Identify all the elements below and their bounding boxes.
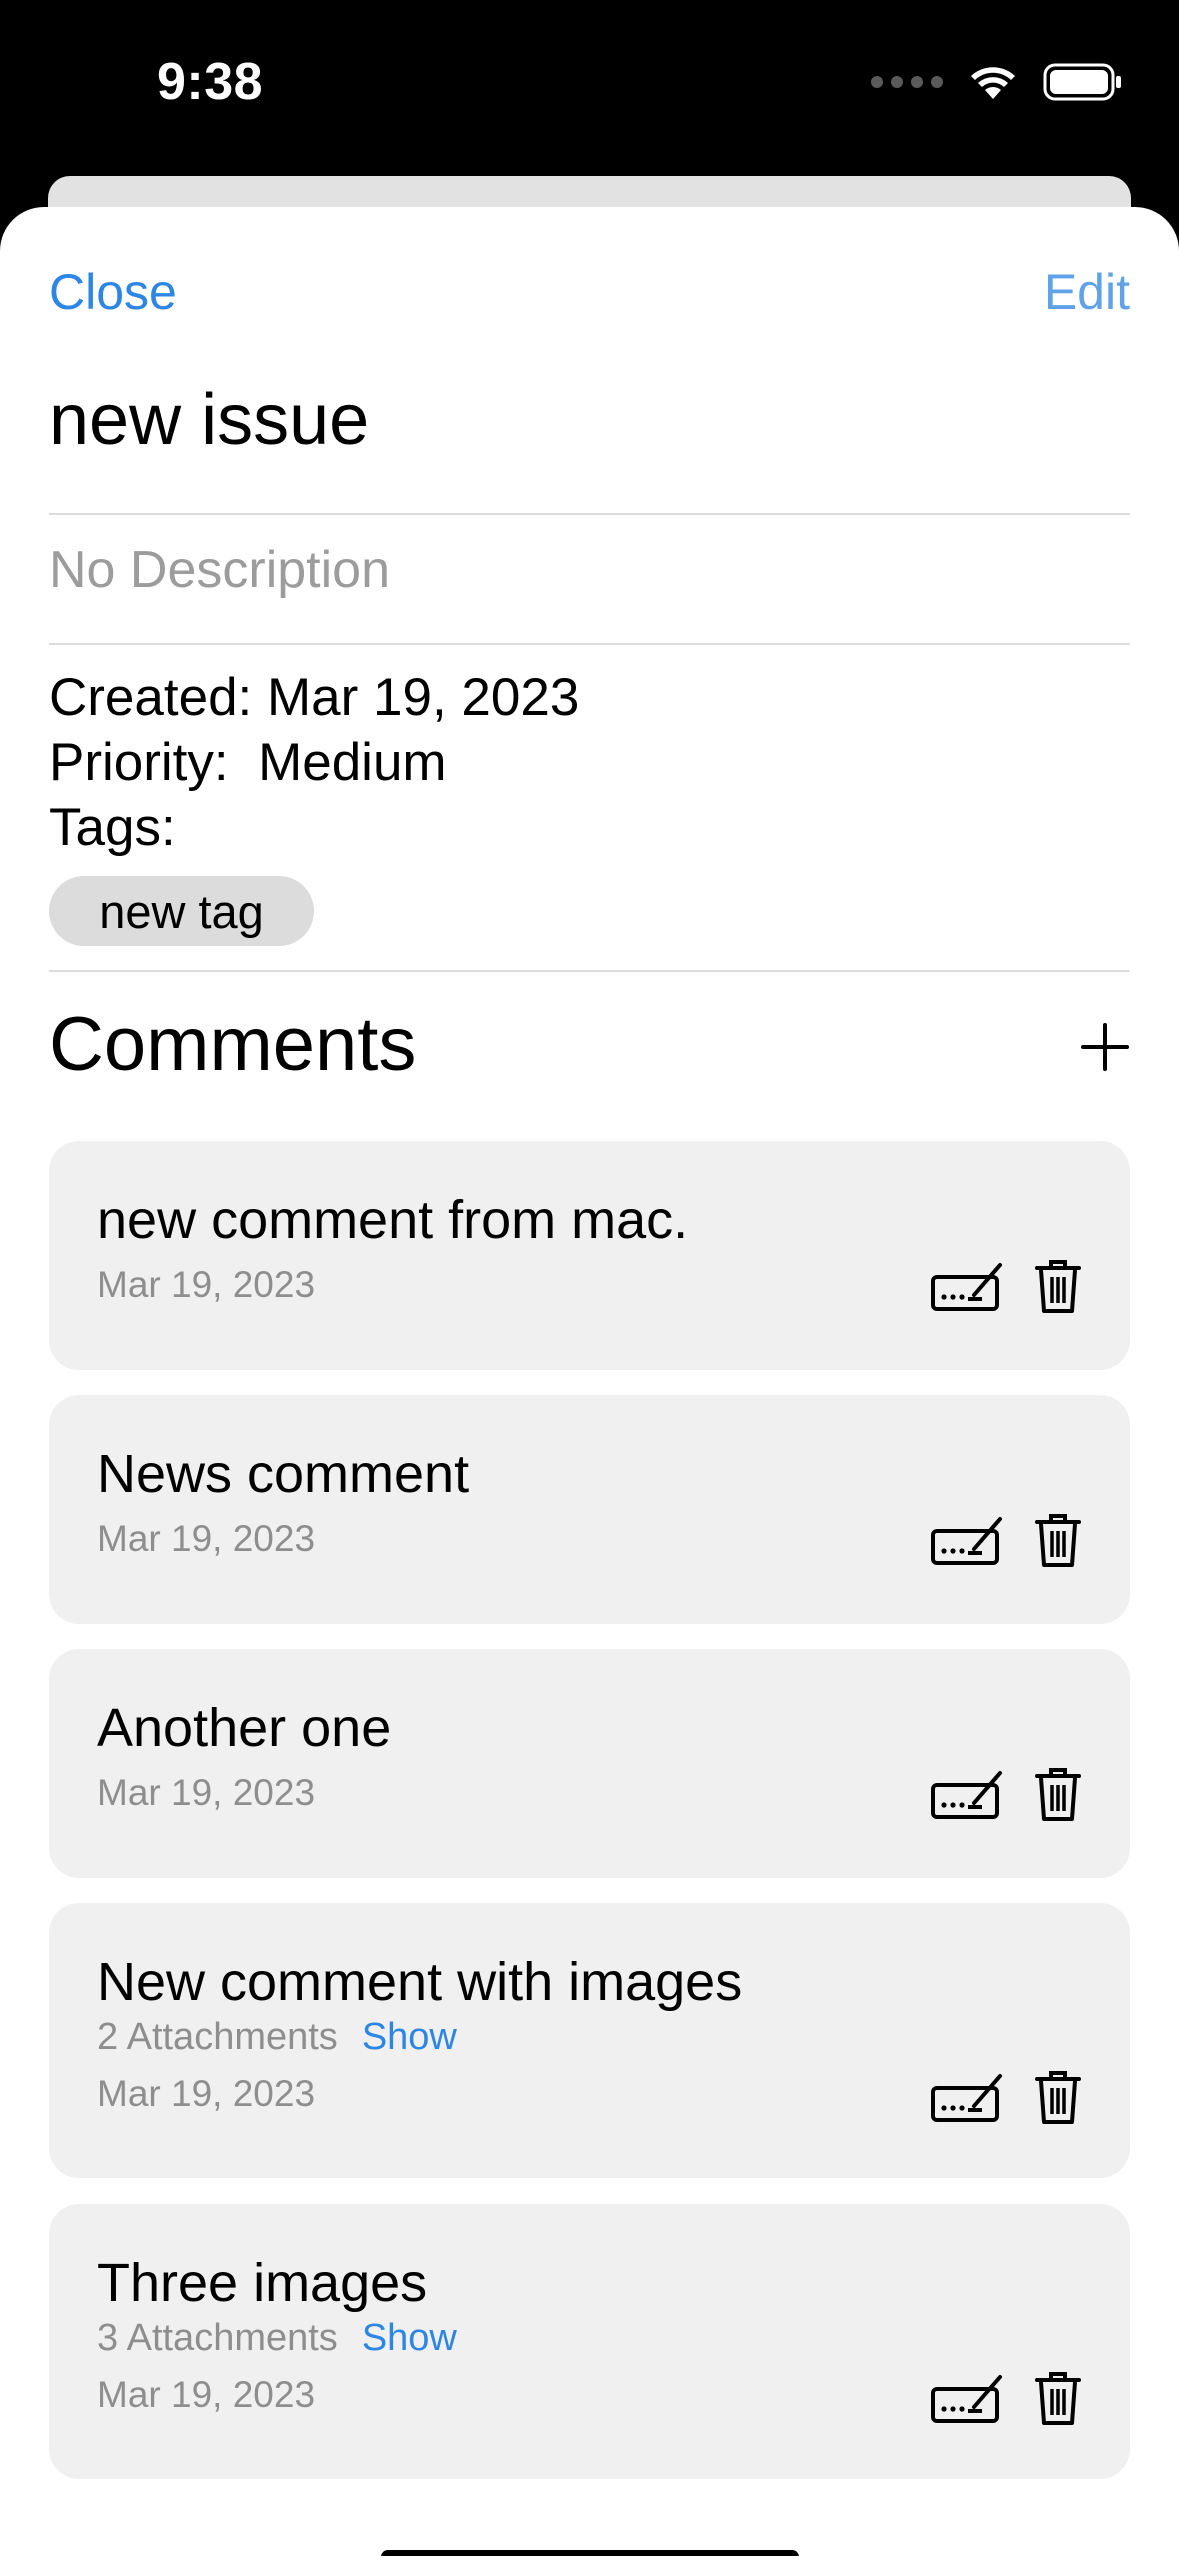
keyboard-pen-icon[interactable] bbox=[930, 1769, 1004, 1821]
comment-actions bbox=[930, 1513, 1082, 1569]
priority: Priority: Medium bbox=[49, 733, 447, 792]
comment-card: new comment from mac. Mar 19, 2023 bbox=[49, 1141, 1130, 1370]
comment-card: New comment with images 2 Attachments Sho… bbox=[49, 1903, 1130, 2178]
keyboard-pen-icon[interactable] bbox=[930, 1261, 1004, 1313]
issue-title: new issue bbox=[49, 380, 370, 460]
attachments-row: 3 Attachments Show bbox=[97, 2317, 457, 2360]
comment-date: Mar 19, 2023 bbox=[97, 2073, 316, 2114]
divider bbox=[49, 513, 1130, 515]
comment-card: Three images 3 Attachments Show Mar 19, 2… bbox=[49, 2204, 1130, 2479]
cellular-signal-icon bbox=[871, 76, 943, 88]
trash-icon[interactable] bbox=[1034, 1767, 1082, 1823]
tags-label: Tags: bbox=[49, 798, 176, 857]
comment-date: Mar 19, 2023 bbox=[97, 1772, 316, 1813]
comment-text: News comment bbox=[97, 1444, 470, 1504]
plus-icon[interactable] bbox=[1075, 1017, 1135, 1077]
show-attachments-link[interactable]: Show bbox=[362, 2317, 457, 2359]
wifi-icon bbox=[971, 67, 1015, 99]
battery-icon bbox=[1043, 63, 1121, 101]
keyboard-pen-icon[interactable] bbox=[930, 2373, 1004, 2425]
issue-description: No Description bbox=[49, 541, 391, 599]
issue-detail-sheet: Close Edit new issue No Description Crea… bbox=[0, 207, 1179, 2556]
keyboard-pen-icon[interactable] bbox=[930, 2072, 1004, 2124]
comment-text: New comment with images bbox=[97, 1952, 743, 2012]
trash-icon[interactable] bbox=[1034, 2070, 1082, 2126]
comment-text: new comment from mac. bbox=[97, 1190, 689, 1250]
comment-date: Mar 19, 2023 bbox=[97, 1264, 316, 1305]
comment-card: News comment Mar 19, 2023 bbox=[49, 1395, 1130, 1624]
attachments-row: 2 Attachments Show bbox=[97, 2016, 457, 2059]
edit-button[interactable]: Edit bbox=[1044, 263, 1130, 321]
divider bbox=[49, 970, 1130, 972]
comment-date: Mar 19, 2023 bbox=[97, 1518, 316, 1559]
comment-text: Another one bbox=[97, 1698, 392, 1758]
trash-icon[interactable] bbox=[1034, 1259, 1082, 1315]
trash-icon[interactable] bbox=[1034, 1513, 1082, 1569]
comments-heading: Comments bbox=[49, 1002, 417, 1087]
show-attachments-link[interactable]: Show bbox=[362, 2016, 457, 2058]
close-button[interactable]: Close bbox=[49, 263, 177, 321]
status-indicators bbox=[871, 62, 1123, 102]
created-date: Created: Mar 19, 2023 bbox=[49, 668, 580, 727]
comment-actions bbox=[930, 1259, 1082, 1315]
attachments-count: 3 Attachments bbox=[97, 2317, 338, 2359]
comment-card: Another one Mar 19, 2023 bbox=[49, 1649, 1130, 1878]
comment-text: Three images bbox=[97, 2253, 428, 2313]
issue-meta: Created: Mar 19, 2023 Priority: Medium T… bbox=[49, 665, 579, 860]
attachments-count: 2 Attachments bbox=[97, 2016, 338, 2058]
trash-icon[interactable] bbox=[1034, 2371, 1082, 2427]
comment-actions bbox=[930, 1767, 1082, 1823]
comment-actions bbox=[930, 2070, 1082, 2126]
tag-pill[interactable]: new tag bbox=[49, 876, 314, 946]
keyboard-pen-icon[interactable] bbox=[930, 1515, 1004, 1567]
comment-actions bbox=[930, 2371, 1082, 2427]
divider bbox=[49, 643, 1130, 645]
comment-date: Mar 19, 2023 bbox=[97, 2374, 316, 2415]
status-time: 9:38 bbox=[157, 53, 264, 111]
home-indicator[interactable] bbox=[381, 2550, 799, 2556]
